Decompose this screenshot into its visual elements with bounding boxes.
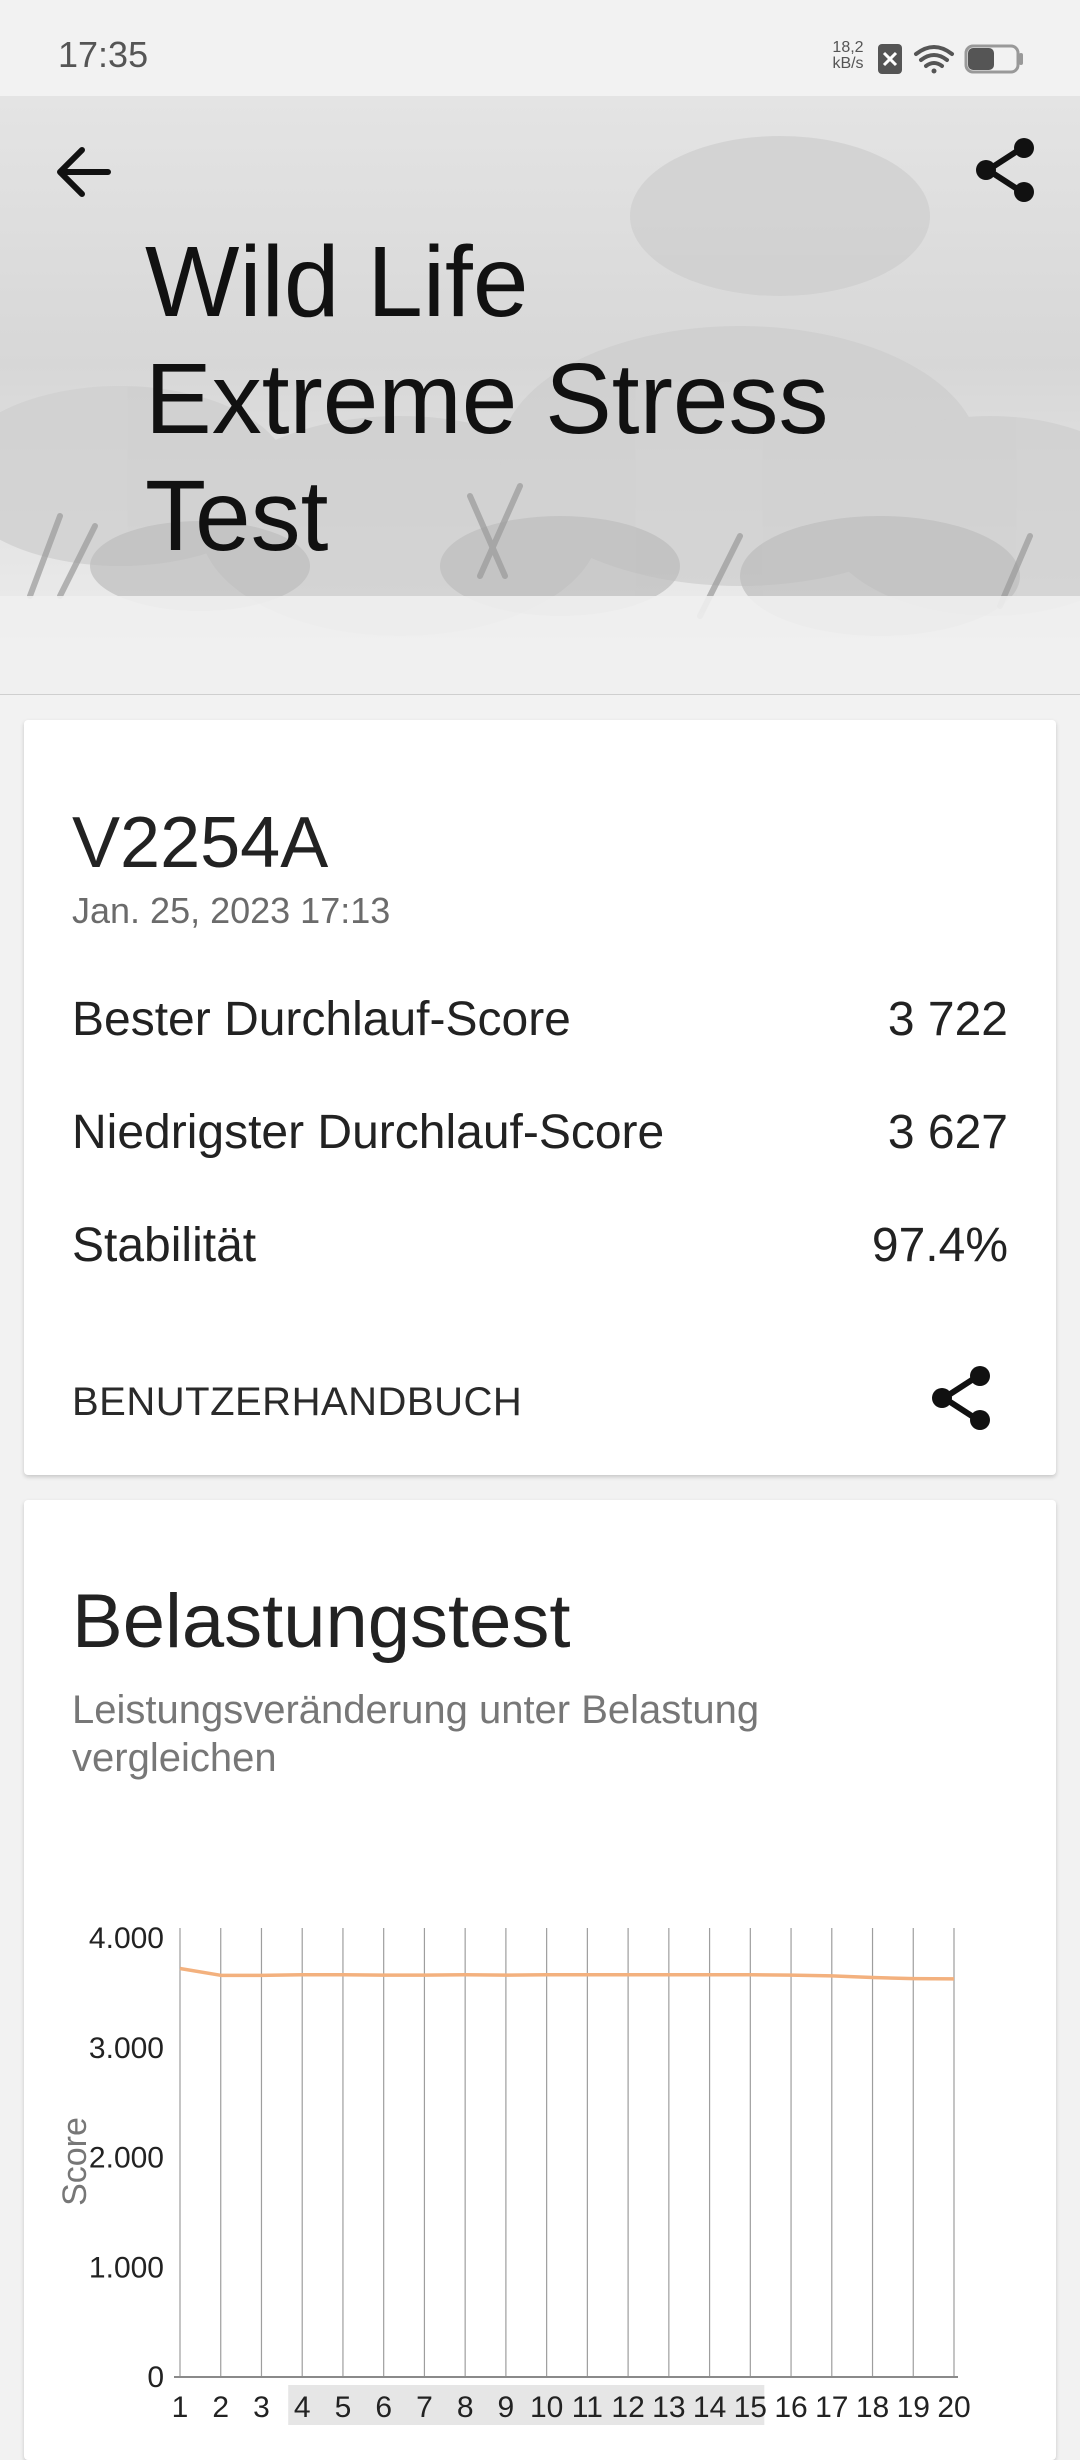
sim-blocked-icon <box>878 44 902 74</box>
stability-value: 97.4% <box>871 1219 1008 1272</box>
battery-icon <box>964 44 1023 74</box>
x-tick-label: 1 <box>172 2391 189 2424</box>
x-tick-label: 13 <box>652 2391 685 2424</box>
test-date: Jan. 25, 2023 17:13 <box>72 890 391 931</box>
network-speed: 18,2 kB/s <box>826 40 870 72</box>
share-icon[interactable] <box>968 132 1044 208</box>
series-line-0 <box>179 1966 955 1981</box>
stress-test-card: Belastungstest Leistungsveränderung unte… <box>24 1500 1056 2460</box>
y-axis-label: Score <box>56 2117 94 2206</box>
stress-chart: 01.0002.0003.0004.000Score1 2 3 4 5 6 7 8 9 10 11 1… <box>56 1922 971 2425</box>
status-time: 17:35 <box>58 34 149 75</box>
title-line-3: Test <box>145 460 329 572</box>
stability-label: Stabilität <box>72 1219 257 1272</box>
hero-header: Wild Life Extreme Stress Test <box>0 96 1080 695</box>
page-title: Wild Life Extreme Stress Test <box>145 224 1045 575</box>
network-speed-unit: kB/s <box>832 55 864 72</box>
best-score-value: 3 722 <box>887 993 1008 1046</box>
lowest-score-label: Niedrigster Durchlauf-Score <box>72 1106 665 1159</box>
x-tick-label: 14 <box>693 2391 726 2424</box>
title-line-2: Extreme Stress <box>145 343 829 455</box>
x-tick-label: 18 <box>856 2391 889 2424</box>
x-tick-label: 15 <box>734 2391 767 2424</box>
result-card: V2254A Jan. 25, 2023 17:13 Bester Durchl… <box>24 720 1056 1475</box>
x-tick-label: 8 <box>457 2391 474 2424</box>
x-tick-label: 4 <box>294 2391 311 2424</box>
x-tick-label: 11 <box>572 2391 603 2424</box>
title-line-1: Wild Life <box>145 226 529 338</box>
best-score-label: Bester Durchlauf-Score <box>72 993 571 1046</box>
back-arrow-icon[interactable] <box>48 136 120 208</box>
share-result-icon[interactable] <box>924 1360 1000 1436</box>
x-tick-label: 7 <box>416 2391 433 2424</box>
x-tick-label: 19 <box>897 2391 930 2424</box>
y-tick-label: 3.000 <box>89 2032 164 2065</box>
y-tick-label: 1.000 <box>89 2251 164 2284</box>
status-icons <box>876 38 1026 83</box>
x-tick-label: 10 <box>530 2391 563 2424</box>
y-tick-label: 0 <box>147 2361 164 2394</box>
network-speed-value: 18,2 <box>832 39 864 56</box>
x-tick-label: 20 <box>937 2391 970 2424</box>
x-tick-label: 17 <box>815 2391 848 2424</box>
y-tick-label: 4.000 <box>89 1922 164 1955</box>
y-tick-label: 2.000 <box>89 2142 164 2175</box>
x-tick-label: 5 <box>335 2391 352 2424</box>
wifi-icon <box>914 45 954 74</box>
status-bar: 17:35 18,2 kB/s <box>0 0 1080 96</box>
x-tick-label: 16 <box>774 2391 807 2424</box>
x-tick-label: 6 <box>375 2391 392 2424</box>
x-tick-label: 3 <box>253 2391 270 2424</box>
device-name: V2254A <box>72 803 329 883</box>
lowest-score-value: 3 627 <box>887 1106 1008 1159</box>
user-manual-link[interactable]: BENUTZERHANDBUCH <box>72 1380 522 1425</box>
x-tick-label: 2 <box>212 2391 229 2424</box>
x-tick-label: 12 <box>611 2391 644 2424</box>
x-tick-label: 9 <box>498 2391 515 2424</box>
